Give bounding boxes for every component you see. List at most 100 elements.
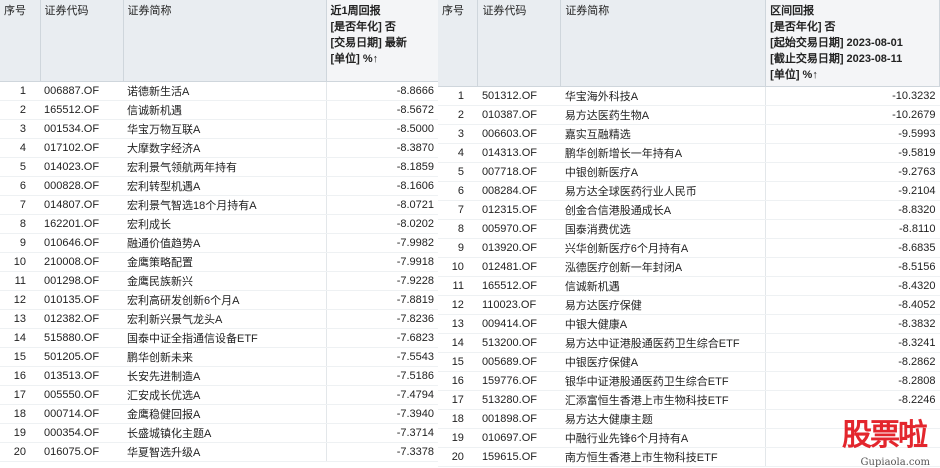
table-row[interactable]: 19 000354.OF 长盛城镇化主题A -7.3714 <box>0 423 438 443</box>
table-row[interactable]: 9 013920.OF 兴华创新医疗6个月持有A -8.6835 <box>438 238 940 258</box>
table-row[interactable]: 6 000828.OF 宏利转型机遇A -8.1606 <box>0 176 438 196</box>
col-header-code[interactable]: 证券代码 <box>477 0 562 87</box>
row-name: 国泰中证全指通信设备ETF <box>123 328 326 348</box>
col-header-code[interactable]: 证券代码 <box>40 0 124 82</box>
row-return: -9.5993 <box>765 124 940 144</box>
row-name: 宏利成长 <box>123 214 326 234</box>
row-code: 005550.OF <box>40 385 123 405</box>
col-header-name[interactable]: 证券简称 <box>123 0 327 82</box>
table-row[interactable]: 2 010387.OF 易方达医药生物A -10.2679 <box>438 105 940 125</box>
row-code: 515880.OF <box>40 328 123 348</box>
row-index: 5 <box>0 157 40 177</box>
table-row[interactable]: 12 010135.OF 宏利高研发创新6个月A -7.8819 <box>0 290 438 310</box>
row-index: 11 <box>0 271 40 291</box>
row-return: -8.1859 <box>325 157 438 177</box>
table-row[interactable]: 10 210008.OF 金鹰策略配置 -7.9918 <box>0 252 438 272</box>
row-return: -8.5156 <box>765 257 940 277</box>
row-code: 159615.OF <box>477 447 561 467</box>
row-code: 165512.OF <box>477 276 561 296</box>
row-code: 501205.OF <box>40 347 123 367</box>
row-code: 006887.OF <box>40 81 123 101</box>
row-return: -8.8320 <box>765 200 940 220</box>
row-code: 009414.OF <box>477 314 561 334</box>
row-code: 013920.OF <box>477 238 561 258</box>
row-index: 18 <box>438 409 478 429</box>
table-row[interactable]: 2 165512.OF 信诚新机遇 -8.5672 <box>0 100 438 120</box>
table-row[interactable]: 17 005550.OF 汇安成长优选A -7.4794 <box>0 385 438 405</box>
row-return: -8.3870 <box>325 138 438 158</box>
table-row[interactable]: 16 159776.OF 银华中证港股通医药卫生综合ETF -8.2808 <box>438 371 940 391</box>
table-row[interactable]: 13 012382.OF 宏利新兴景气龙头A -7.8236 <box>0 309 438 329</box>
row-code: 014313.OF <box>477 143 561 163</box>
table-row[interactable]: 20 016075.OF 华夏智选升级A -7.3378 <box>0 442 438 462</box>
row-name: 易方达医疗保健 <box>560 295 766 315</box>
table-row[interactable]: 7 014807.OF 宏利景气智选18个月持有A -8.0721 <box>0 195 438 215</box>
table-row[interactable]: 9 010646.OF 融通价值趋势A -7.9982 <box>0 233 438 253</box>
table-row[interactable]: 18 000714.OF 金鹰稳健回报A -7.3940 <box>0 404 438 424</box>
row-return: -8.2246 <box>765 390 940 410</box>
table-row[interactable]: 15 005689.OF 中银医疗保健A -8.2862 <box>438 352 940 372</box>
row-index: 7 <box>0 195 40 215</box>
row-return: -7.9982 <box>325 233 438 253</box>
col-header-index[interactable]: 序号 <box>438 0 479 87</box>
table-row[interactable]: 8 005970.OF 国泰消费优选 -8.8110 <box>438 219 940 239</box>
row-index: 2 <box>438 105 478 125</box>
table-row[interactable]: 5 014023.OF 宏利景气领航两年持有 -8.1859 <box>0 157 438 177</box>
row-return: -7.4794 <box>325 385 438 405</box>
table-row[interactable]: 11 001298.OF 金鹰民族新兴 -7.9228 <box>0 271 438 291</box>
row-name: 易方达中证港股通医药卫生综合ETF <box>560 333 766 353</box>
col-header-name[interactable]: 证券简称 <box>560 0 767 87</box>
row-index: 10 <box>0 252 40 272</box>
table-row[interactable]: 3 001534.OF 华宝万物互联A -8.5000 <box>0 119 438 139</box>
table-row[interactable]: 4 017102.OF 大摩数字经济A -8.3870 <box>0 138 438 158</box>
row-name: 国泰消费优选 <box>560 219 766 239</box>
row-return: -8.0721 <box>325 195 438 215</box>
table-row[interactable]: 13 009414.OF 中银大健康A -8.3832 <box>438 314 940 334</box>
table-row[interactable]: 6 008284.OF 易方达全球医药行业人民币 -9.2104 <box>438 181 940 201</box>
row-return: -9.5819 <box>765 143 940 163</box>
row-return: -7.9918 <box>325 252 438 272</box>
table-row[interactable]: 12 110023.OF 易方达医疗保健 -8.4052 <box>438 295 940 315</box>
table-row[interactable]: 1 006887.OF 诺德新生活A -8.8666 <box>0 81 438 101</box>
row-index: 6 <box>438 181 478 201</box>
table-row[interactable]: 3 006603.OF 嘉实互融精选 -9.5993 <box>438 124 940 144</box>
row-index: 2 <box>0 100 40 120</box>
row-index: 9 <box>438 238 478 258</box>
table-row[interactable]: 10 012481.OF 泓德医疗创新一年封闭A -8.5156 <box>438 257 940 277</box>
table-row[interactable]: 14 513200.OF 易方达中证港股通医药卫生综合ETF -8.3241 <box>438 333 940 353</box>
row-name: 金鹰策略配置 <box>123 252 326 272</box>
table-row[interactable]: 11 165512.OF 信诚新机遇 -8.4320 <box>438 276 940 296</box>
row-index: 4 <box>0 138 40 158</box>
row-name: 华宝万物互联A <box>123 119 326 139</box>
row-return: -7.8236 <box>325 309 438 329</box>
col-header-index[interactable]: 序号 <box>0 0 41 82</box>
table-row[interactable]: 14 515880.OF 国泰中证全指通信设备ETF -7.6823 <box>0 328 438 348</box>
row-index: 11 <box>438 276 478 296</box>
row-return: -8.4052 <box>765 295 940 315</box>
row-index: 19 <box>0 423 40 443</box>
table-row[interactable]: 5 007718.OF 中银创新医疗A -9.2763 <box>438 162 940 182</box>
table-row[interactable]: 8 162201.OF 宏利成长 -8.0202 <box>0 214 438 234</box>
row-name: 易方达全球医药行业人民币 <box>560 181 766 201</box>
row-code: 001898.OF <box>477 409 561 429</box>
table-row[interactable]: 4 014313.OF 鹏华创新增长一年持有A -9.5819 <box>438 143 940 163</box>
return-header-line: 区间回报 <box>770 5 815 17</box>
row-name: 嘉实互融精选 <box>560 124 766 144</box>
row-code: 210008.OF <box>40 252 123 272</box>
row-code: 513280.OF <box>477 390 561 410</box>
row-code: 010697.OF <box>477 428 561 448</box>
row-name: 汇安成长优选A <box>123 385 326 405</box>
table-row[interactable]: 15 501205.OF 鹏华创新未来 -7.5543 <box>0 347 438 367</box>
col-header-interval-return[interactable]: 区间回报 [是否年化] 否 [起始交易日期] 2023-08-01 [截止交易日期] … <box>765 0 940 87</box>
row-return: -8.1606 <box>325 176 438 196</box>
col-header-weekly-return[interactable]: 近1周回报 [是否年化] 否 [交易日期] 最新 [单位] %↑ <box>326 0 439 82</box>
table-row[interactable]: 17 513280.OF 汇添富恒生香港上市生物科技ETF -8.2246 <box>438 390 940 410</box>
row-code: 014807.OF <box>40 195 123 215</box>
row-code: 501312.OF <box>477 86 561 106</box>
table-row[interactable]: 16 013513.OF 长安先进制造A -7.5186 <box>0 366 438 386</box>
row-return: -9.2104 <box>765 181 940 201</box>
row-return: -7.9228 <box>325 271 438 291</box>
left-fund-table-panel: 序号 证券代码 证券简称 近1周回报 [是否年化] 否 [交易日期] 最新 [单位] … <box>0 0 440 462</box>
table-row[interactable]: 1 501312.OF 华宝海外科技A -10.3232 <box>438 86 940 106</box>
table-row[interactable]: 7 012315.OF 创金合信港股通成长A -8.8320 <box>438 200 940 220</box>
